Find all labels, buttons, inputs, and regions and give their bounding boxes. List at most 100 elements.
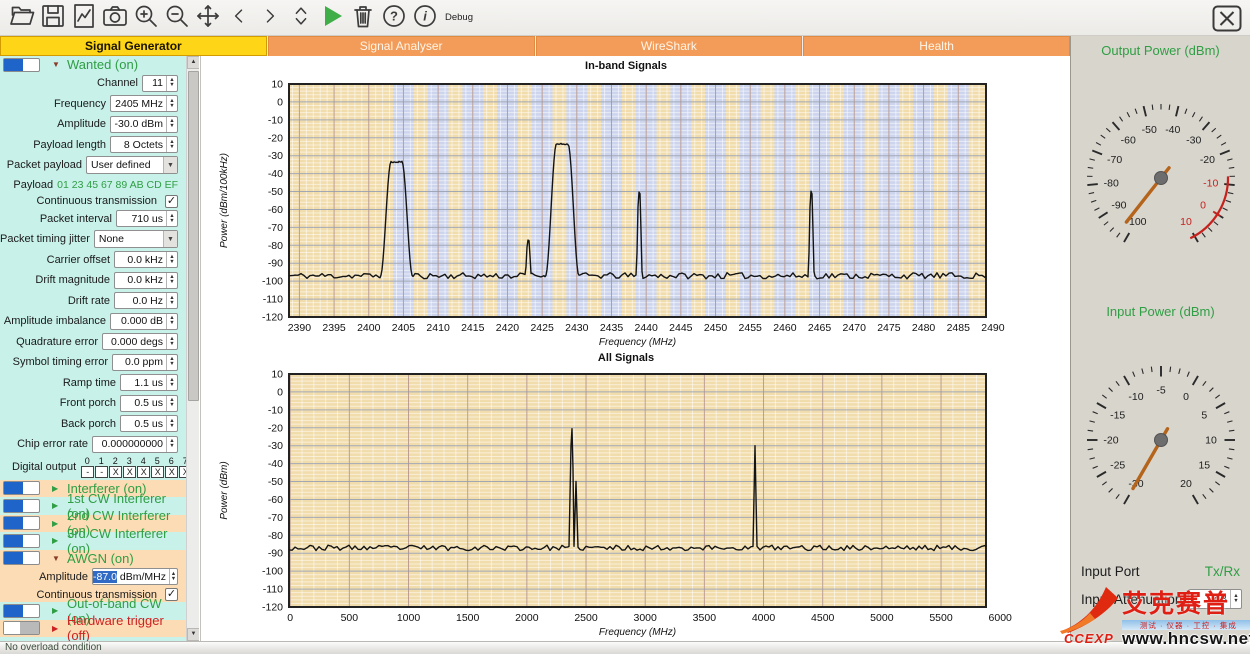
spinner-buttons[interactable]: ▲▼: [166, 375, 177, 390]
spinner-buttons[interactable]: ▲▼: [166, 334, 177, 349]
collapse-arrow-icon[interactable]: ▼: [52, 60, 61, 69]
spinner-buttons[interactable]: ▲▼: [166, 293, 177, 308]
bit-cell[interactable]: -: [95, 466, 108, 478]
toggle-2nd-cw-interferer-on[interactable]: [3, 516, 40, 530]
expand-arrow-icon[interactable]: ▶: [52, 624, 61, 633]
input-attenuation-value[interactable]: dB: [1189, 593, 1230, 605]
collapse-arrow-icon[interactable]: ▼: [52, 554, 61, 563]
snapshot-button[interactable]: [99, 2, 130, 34]
spinner-buttons[interactable]: ▲▼: [166, 137, 177, 152]
bit-cell[interactable]: X: [123, 466, 136, 478]
front-porch-field[interactable]: 0.5 us▲▼: [120, 395, 178, 412]
ramp-time-field[interactable]: 1.1 us▲▼: [120, 374, 178, 391]
bit-cell[interactable]: X: [165, 466, 178, 478]
spinner-buttons[interactable]: ▲▼: [166, 355, 177, 370]
channel-field[interactable]: 11▲▼: [142, 75, 178, 92]
continuous-transmission-checkbox[interactable]: ✓: [165, 195, 178, 208]
tab-signal-generator[interactable]: Signal Generator: [0, 36, 267, 56]
meter-panel: Output Power (dBm) -100-90-80-70-60-50-4…: [1070, 36, 1250, 641]
dropdown-value: User defined: [87, 159, 163, 171]
report-button[interactable]: [68, 2, 99, 34]
dropdown-arrow-icon[interactable]: ▼: [163, 231, 177, 247]
toggle-1st-cw-interferer-on[interactable]: [3, 499, 40, 513]
tab-wireshark[interactable]: WireShark: [536, 36, 803, 56]
pan-button[interactable]: [192, 2, 223, 34]
chart-panel: In-band Signals 239023952400240524102415…: [200, 56, 1070, 641]
bit-cell[interactable]: -: [81, 466, 94, 478]
spinner-buttons[interactable]: ▲▼: [166, 76, 177, 91]
open-button[interactable]: [6, 2, 37, 34]
expand-arrow-icon[interactable]: ▶: [52, 501, 61, 510]
spinner-buttons[interactable]: ▲▼: [166, 273, 177, 288]
spinner-buttons[interactable]: ▲▼: [166, 211, 177, 226]
packet-interval-field[interactable]: 710 us▲▼: [116, 210, 178, 227]
toggle-hardware-trigger-off[interactable]: [3, 621, 40, 635]
svg-text:2490: 2490: [981, 322, 1005, 334]
drift-magnitude-field[interactable]: 0.0 kHz▲▼: [114, 272, 178, 289]
toggle-out-of-band-cw-on[interactable]: [3, 604, 40, 618]
section-header-wanted-on: ▼Wanted (on): [0, 56, 186, 73]
amplitude-field[interactable]: -30.0 dBm▲▼: [110, 116, 178, 133]
field-label: Carrier offset: [47, 254, 110, 266]
expand-arrow-icon[interactable]: ▶: [52, 606, 61, 615]
carrier-offset-field[interactable]: 0.0 kHz▲▼: [114, 251, 178, 268]
spinner-buttons[interactable]: ▲▼: [166, 314, 177, 329]
chip-error-rate-field[interactable]: 0.000000000▲▼: [92, 436, 178, 453]
drift-magnitude-row: Drift magnitude0.0 kHz▲▼: [0, 270, 186, 291]
scroll-up-button[interactable]: ▲: [187, 56, 199, 69]
help-button[interactable]: ?: [378, 2, 409, 34]
tab-health[interactable]: Health: [803, 36, 1070, 56]
packet-timing-jitter-dropdown[interactable]: None▼: [94, 230, 178, 248]
toggle-interferer-on[interactable]: [3, 481, 40, 495]
toggle-wanted-on[interactable]: [3, 58, 40, 72]
dropdown-arrow-icon[interactable]: ▼: [163, 157, 177, 173]
save-icon: [40, 3, 66, 32]
drift-rate-field[interactable]: 0.0 Hz▲▼: [114, 292, 178, 309]
nav-left-button[interactable]: [223, 2, 254, 34]
zoom-in-button[interactable]: [130, 2, 161, 34]
input-attenuation-field[interactable]: dB ▲▼: [1188, 589, 1242, 609]
save-button[interactable]: [37, 2, 68, 34]
delete-button[interactable]: [347, 2, 378, 34]
payload-length-field[interactable]: 8 Octets▲▼: [110, 136, 178, 153]
frequency-field[interactable]: 2405 MHz▲▼: [110, 95, 178, 112]
toggle-knob: [4, 552, 23, 564]
run-button[interactable]: [316, 2, 347, 34]
packet-payload-dropdown[interactable]: User defined▼: [86, 156, 178, 174]
bit-cell[interactable]: X: [137, 466, 150, 478]
spinner-buttons[interactable]: ▲▼: [166, 437, 177, 452]
bit-cell[interactable]: X: [151, 466, 164, 478]
sidebar-scrollbar[interactable]: ▲ ▼: [186, 56, 199, 641]
spinner-buttons[interactable]: ▲▼: [166, 96, 177, 111]
amplitude-field[interactable]: -87.0 dBm/MHz▲▼: [92, 568, 178, 585]
nav-right-button[interactable]: [254, 2, 285, 34]
expand-arrow-icon[interactable]: ▶: [52, 484, 61, 493]
inband-signals-chart: 2390239524002405241024152420242524302435…: [201, 56, 1051, 348]
spinner-buttons[interactable]: ▲▼: [166, 117, 177, 132]
nav-updown-button[interactable]: [285, 2, 316, 34]
scroll-down-button[interactable]: ▼: [187, 628, 199, 641]
zoom-out-button[interactable]: [161, 2, 192, 34]
spinner-buttons[interactable]: ▲▼: [166, 416, 177, 431]
amplitude-imbalance-field[interactable]: 0.000 dB▲▼: [110, 313, 178, 330]
spinner-buttons[interactable]: ▲▼: [169, 569, 177, 584]
toggle-3rd-cw-interferer-on[interactable]: [3, 534, 40, 548]
spinner-buttons[interactable]: ▲▼: [166, 252, 177, 267]
expand-arrow-icon[interactable]: ▶: [52, 536, 61, 545]
symbol-timing-error-field[interactable]: 0.0 ppm▲▼: [112, 354, 178, 371]
svg-text:2460: 2460: [773, 322, 797, 334]
spinner-buttons[interactable]: ▲▼: [1230, 590, 1241, 608]
tab-signal-analyser[interactable]: Signal Analyser: [268, 36, 535, 56]
expand-arrow-icon[interactable]: ▶: [52, 519, 61, 528]
continuous-transmission-row: Continuous transmission✓: [0, 194, 186, 209]
back-porch-field[interactable]: 0.5 us▲▼: [120, 415, 178, 432]
quadrature-error-field[interactable]: 0.000 degs▲▼: [102, 333, 178, 350]
toggle-awgn-on[interactable]: [3, 551, 40, 565]
bit-cells: --XXXXXX: [81, 466, 192, 478]
close-button[interactable]: [1212, 5, 1242, 32]
info-button[interactable]: i: [409, 2, 440, 34]
input-port-value[interactable]: Tx/Rx: [1205, 564, 1240, 579]
spinner-buttons[interactable]: ▲▼: [166, 396, 177, 411]
bit-cell[interactable]: X: [109, 466, 122, 478]
scrollbar-thumb[interactable]: [188, 71, 199, 401]
